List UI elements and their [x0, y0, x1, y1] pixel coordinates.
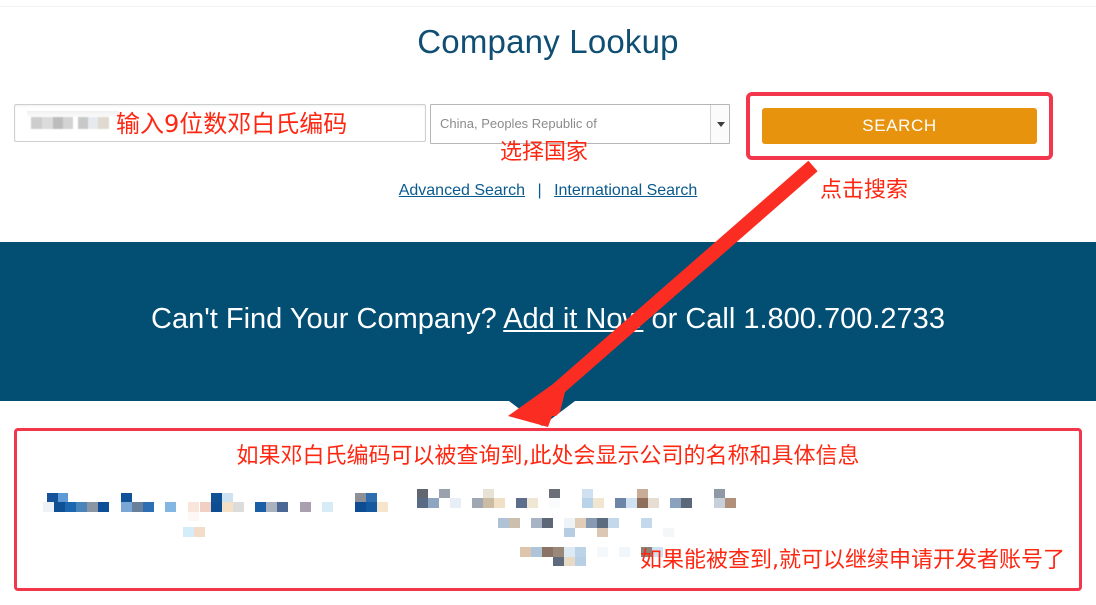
country-select-value: China, Peoples Republic of — [440, 116, 597, 131]
annotation-country-hint: 选择国家 — [500, 140, 589, 165]
annotation-results-footnote: 如果能被查到,就可以继续申请开发者账号了 — [640, 548, 1065, 573]
page-root: Company Lookup 输入9位数邓白氏编码 China, Peoples… — [0, 0, 1096, 605]
secondary-links: Advanced Search | International Search — [0, 180, 1096, 202]
duns-input-redacted-value — [31, 117, 115, 129]
banner-notch-triangle — [509, 401, 575, 426]
advanced-search-link[interactable]: Advanced Search — [399, 182, 525, 199]
links-separator: | — [537, 182, 542, 199]
banner-phone: 1.800.700.2733 — [743, 303, 945, 335]
banner-text: Can't Find Your Company? Add it Now or C… — [0, 300, 1096, 338]
cant-find-company-banner: Can't Find Your Company? Add it Now or C… — [0, 242, 1096, 401]
page-title: Company Lookup — [417, 23, 679, 60]
annotation-duns-hint: 输入9位数邓白氏编码 — [116, 110, 348, 138]
search-button[interactable]: SEARCH — [762, 108, 1037, 144]
add-it-now-link[interactable]: Add it Now — [503, 303, 643, 335]
annotation-results-hint: 如果邓白氏编码可以被查询到,此处会显示公司的名称和具体信息 — [236, 444, 860, 469]
result-company-name-redacted — [43, 491, 393, 537]
results-highlight-box: 如果邓白氏编码可以被查询到,此处会显示公司的名称和具体信息 如果能被查到,就可以… — [14, 428, 1082, 591]
top-divider — [0, 6, 1096, 7]
country-select[interactable]: China, Peoples Republic of — [430, 104, 730, 144]
chevron-down-icon[interactable] — [710, 105, 729, 143]
banner-middle: or Call — [643, 303, 744, 335]
international-search-link[interactable]: International Search — [554, 182, 697, 199]
banner-prefix: Can't Find Your Company? — [151, 303, 504, 335]
